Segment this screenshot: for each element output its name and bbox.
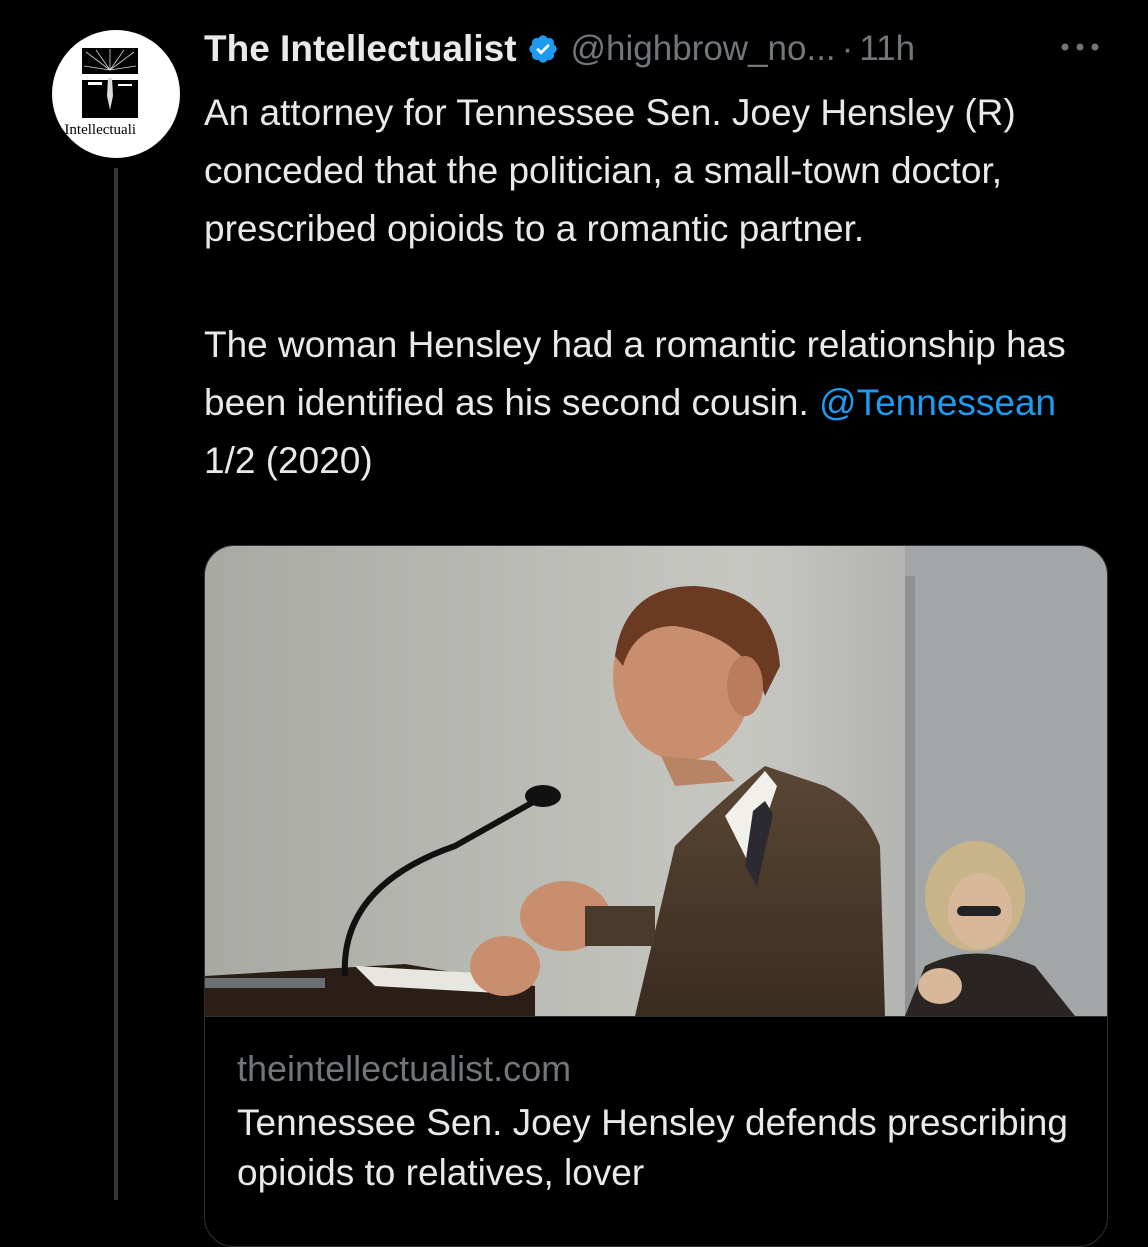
mention-link[interactable]: @Tennessean [819,382,1056,423]
card-image[interactable] [205,546,1107,1016]
tweet-paragraph-2: The woman Hensley had a romantic relatio… [204,316,1114,490]
thread-marker: 1/2 (2020) [204,440,373,481]
link-card[interactable]: theintellectualist.com Tennessee Sen. Jo… [204,545,1108,1247]
avatar-wordmark: e Intellectuali [54,122,137,138]
tweet[interactable]: e Intellectuali The Intellectualist @hig… [0,0,1148,1247]
photo-of-senator-at-podium-icon [205,546,1107,1016]
avatar[interactable]: e Intellectuali [52,30,180,158]
display-name[interactable]: The Intellectualist [204,28,517,70]
card-divider [205,1016,1107,1017]
thread-line [114,168,118,1200]
timestamp[interactable]: 11h [859,29,915,69]
more-options-icon[interactable] [1058,40,1102,54]
tweet-text: An attorney for Tennessee Sen. Joey Hens… [204,84,1114,490]
tweet-paragraph-1: An attorney for Tennessee Sen. Joey Hens… [204,92,1016,249]
separator-dot: · [841,29,854,68]
handle[interactable]: @highbrow_no... [571,29,836,69]
tweet-header: The Intellectualist @highbrow_no... · 11… [204,26,915,72]
avatar-logo-icon [82,48,138,118]
card-title[interactable]: Tennessee Sen. Joey Hensley defends pres… [237,1098,1087,1198]
card-domain: theintellectualist.com [237,1048,572,1089]
verified-badge-icon[interactable] [527,33,559,65]
